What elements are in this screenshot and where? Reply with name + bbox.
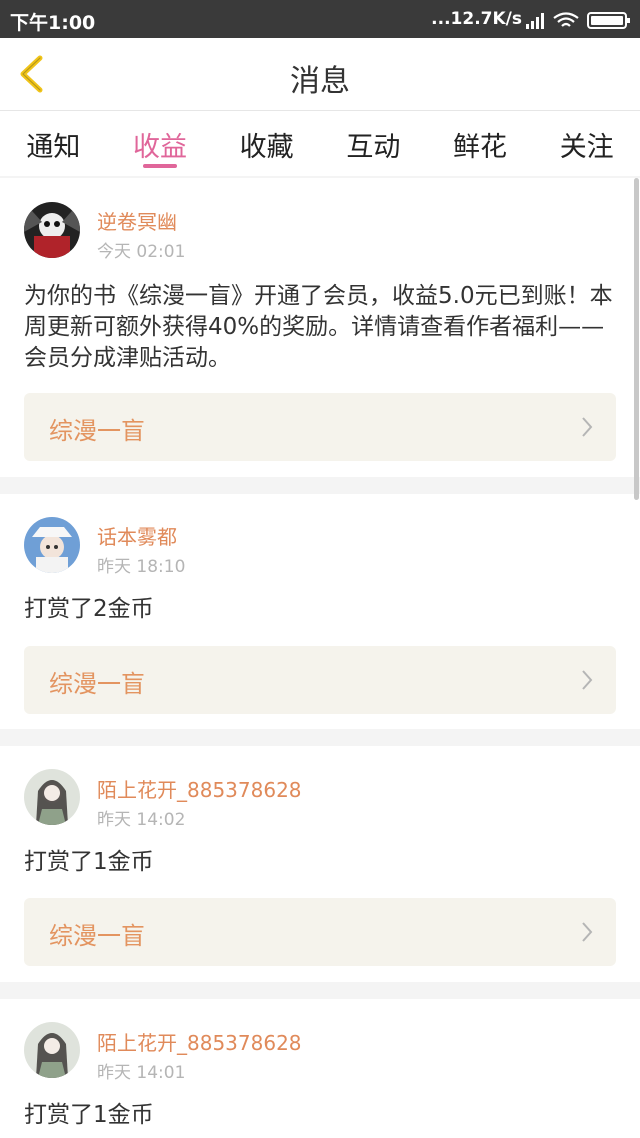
message-card: 逆卷冥幽 今天 02:01 为你的书《综漫一盲》开通了会员，收益5.0元已到账！… [0, 178, 640, 477]
username[interactable]: 陌上花开_885378628 [97, 1027, 302, 1056]
book-title: 综漫一盲 [49, 922, 145, 950]
message-time: 昨天 14:02 [97, 810, 186, 830]
message-time: 今天 02:01 [97, 242, 186, 262]
book-link[interactable]: 综漫一盲 [24, 646, 616, 714]
scrollbar[interactable] [634, 178, 639, 500]
message-card: 陌上花开_885378628 昨天 14:01 打赏了1金币 [0, 999, 640, 1138]
message-text: 打赏了2金币 [24, 596, 154, 622]
tab-flowers[interactable]: 鲜花 [427, 111, 534, 176]
avatar[interactable] [24, 517, 80, 573]
chevron-right-icon [582, 670, 593, 690]
book-link[interactable]: 综漫一盲 [24, 898, 616, 966]
tab-notification[interactable]: 通知 [0, 111, 107, 176]
tab-earnings[interactable]: 收益 [107, 111, 214, 176]
avatar[interactable] [24, 769, 80, 825]
username[interactable]: 陌上花开_885378628 [97, 774, 302, 803]
page-title: 消息 [290, 64, 350, 99]
avatar[interactable] [24, 202, 80, 258]
message-card: 话本雾都 昨天 18:10 打赏了2金币 综漫一盲 [0, 494, 640, 729]
book-link[interactable]: 综漫一盲 [24, 393, 616, 461]
chevron-right-icon [582, 922, 593, 942]
message-text: 为你的书《综漫一盲》开通了会员，收益5.0元已到账！本周更新可额外获得40%的奖… [24, 283, 613, 371]
username[interactable]: 话本雾都 [97, 521, 177, 550]
status-bar: 下午1:00 ...12.7K/s [0, 0, 640, 38]
book-title: 综漫一盲 [49, 417, 145, 445]
tab-follow[interactable]: 关注 [533, 111, 640, 176]
network-speed: ...12.7K/s [431, 9, 522, 29]
status-icons [526, 12, 630, 29]
nav-bar: 消息 [0, 38, 640, 111]
chevron-right-icon [582, 417, 593, 437]
status-time: 下午1:00 [10, 12, 96, 34]
tab-favorites[interactable]: 收藏 [213, 111, 320, 176]
battery-icon [587, 12, 630, 29]
book-title: 综漫一盲 [49, 670, 145, 698]
message-text: 打赏了1金币 [24, 849, 154, 875]
message-time: 昨天 14:01 [97, 1063, 186, 1083]
tab-interaction[interactable]: 互动 [320, 111, 427, 176]
message-card: 陌上花开_885378628 昨天 14:02 打赏了1金币 综漫一盲 [0, 746, 640, 982]
signal-icon [526, 13, 544, 29]
tab-bar: 通知 收益 收藏 互动 鲜花 关注 [0, 111, 640, 176]
avatar[interactable] [24, 1022, 80, 1078]
wifi-icon [553, 12, 579, 27]
message-time: 昨天 18:10 [97, 557, 186, 577]
message-text: 打赏了1金币 [24, 1102, 154, 1128]
username[interactable]: 逆卷冥幽 [97, 206, 177, 235]
